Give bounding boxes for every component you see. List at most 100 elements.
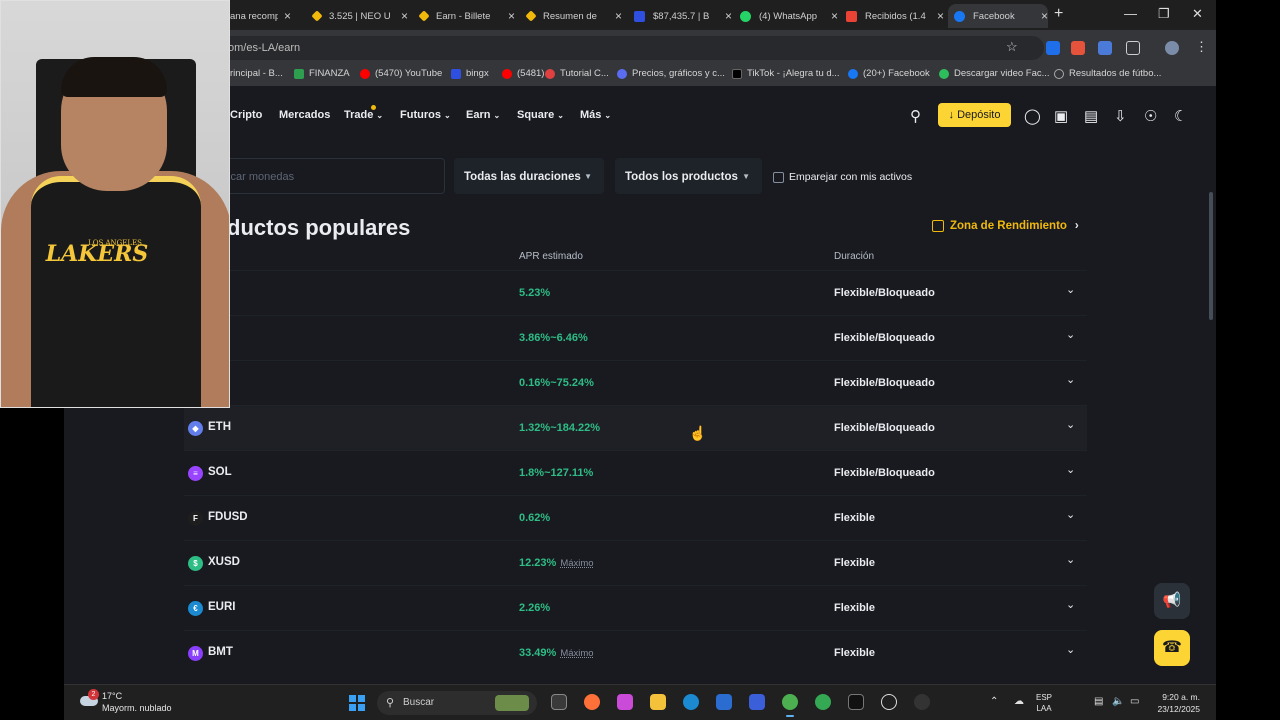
products-dropdown[interactable]: Todos los productos ▼ bbox=[615, 158, 762, 194]
chevron-down-icon[interactable]: ⌄ bbox=[1066, 328, 1075, 341]
copilot-icon[interactable] bbox=[617, 694, 633, 710]
table-row[interactable]: ≡ SOL 1.8%~127.11% Flexible/Bloqueado ⌄ bbox=[184, 450, 1087, 495]
close-icon[interactable]: × bbox=[508, 9, 515, 23]
chevron-down-icon[interactable]: ⌄ bbox=[1066, 373, 1075, 386]
table-row[interactable]: DT3.86%~6.46%Flexible/Bloqueado⌄ bbox=[184, 315, 1087, 360]
tab-2[interactable]: Earn - Billete × bbox=[418, 4, 515, 28]
bookmark-3[interactable]: bingx bbox=[451, 68, 489, 79]
account-icon[interactable]: ◯ bbox=[1024, 107, 1041, 125]
file-explorer-icon[interactable] bbox=[650, 694, 666, 710]
close-icon[interactable]: × bbox=[401, 9, 408, 23]
bookmark-1[interactable]: FINANZA bbox=[294, 68, 350, 79]
chevron-down-icon[interactable]: ⌄ bbox=[1066, 553, 1075, 566]
bookmark-2[interactable]: (5470) YouTube bbox=[360, 68, 442, 79]
table-row[interactable]: ◆ ETH 1.32%~184.22% Flexible/Bloqueado ⌄ bbox=[184, 405, 1087, 450]
store-icon[interactable] bbox=[716, 694, 732, 710]
bookmark-6[interactable]: Precios, gráficos y c... bbox=[617, 68, 725, 79]
edge-icon[interactable] bbox=[683, 694, 699, 710]
table-row[interactable]: € EURI 2.26% Flexible ⌄ bbox=[184, 585, 1087, 630]
tab-7[interactable]: Facebook × bbox=[948, 4, 1048, 28]
scrollbar[interactable] bbox=[1209, 192, 1213, 320]
taskbar-search[interactable]: ⚲ Buscar bbox=[377, 691, 537, 715]
table-row[interactable]: F FDUSD 0.62% Flexible ⌄ bbox=[184, 495, 1087, 540]
network-icon[interactable]: ▤ bbox=[1094, 696, 1103, 707]
chevron-down-icon[interactable]: ⌄ bbox=[1066, 508, 1075, 521]
bookmark-star-icon[interactable]: ☆ bbox=[1006, 39, 1018, 55]
tab-6[interactable]: Recibidos (1.4 × bbox=[846, 4, 944, 28]
bookmark-10[interactable]: Resultados de fútbo... bbox=[1054, 68, 1161, 79]
bookmark-9[interactable]: Descargar video Fac... bbox=[939, 68, 1050, 79]
search-icon[interactable]: ⚲ bbox=[910, 107, 921, 125]
chevron-down-icon[interactable]: ⌄ bbox=[1066, 643, 1075, 656]
extension-icon[interactable] bbox=[1071, 41, 1085, 55]
task-view-icon[interactable] bbox=[551, 694, 567, 710]
chevron-down-icon[interactable]: ⌄ bbox=[1066, 598, 1075, 611]
tab-4[interactable]: $87,435.7 | B × bbox=[634, 4, 732, 28]
firefox-icon[interactable] bbox=[584, 694, 600, 710]
match-assets-checkbox[interactable] bbox=[773, 172, 784, 183]
close-icon[interactable]: × bbox=[284, 9, 291, 23]
tab-5[interactable]: (4) WhatsApp × bbox=[740, 4, 838, 28]
table-row[interactable]: $ XUSD 12.23% Máximo Flexible ⌄ bbox=[184, 540, 1087, 585]
app-icon[interactable] bbox=[749, 694, 765, 710]
nav-trade[interactable]: Trade ⌄ bbox=[344, 109, 383, 121]
profile-icon[interactable] bbox=[1165, 41, 1179, 55]
duration-dropdown[interactable]: Todas las duraciones ▼ bbox=[454, 158, 604, 194]
chatgpt-icon[interactable] bbox=[881, 694, 897, 710]
tab-3[interactable]: Resumen de × bbox=[525, 4, 622, 28]
bookmark-8[interactable]: (20+) Facebook bbox=[848, 68, 930, 79]
recorder-icon[interactable] bbox=[914, 694, 930, 710]
windows-start-icon[interactable] bbox=[349, 695, 365, 711]
chrome-icon[interactable] bbox=[782, 694, 798, 717]
restore-icon[interactable]: ❐ bbox=[1158, 6, 1170, 22]
max-label[interactable]: Máximo bbox=[560, 558, 593, 569]
battery-icon[interactable]: ▭ bbox=[1130, 696, 1139, 707]
max-label[interactable]: Máximo bbox=[560, 648, 593, 659]
close-icon[interactable]: × bbox=[725, 9, 732, 23]
puzzle-icon[interactable] bbox=[1126, 41, 1140, 55]
table-row[interactable]: 30.16%~75.24%Flexible/Bloqueado⌄ bbox=[184, 360, 1087, 405]
support-chat-icon[interactable]: ☎ bbox=[1154, 630, 1190, 666]
close-icon[interactable]: × bbox=[831, 9, 838, 23]
chevron-down-icon[interactable]: ⌄ bbox=[1066, 463, 1075, 476]
minimize-icon[interactable]: — bbox=[1124, 6, 1137, 21]
extension-icon[interactable] bbox=[1046, 41, 1060, 55]
onedrive-icon[interactable]: ☁ bbox=[1014, 696, 1024, 707]
new-tab-button[interactable]: + bbox=[1054, 5, 1063, 23]
messages-icon[interactable]: ▤ bbox=[1084, 107, 1098, 125]
chevron-down-icon[interactable]: ⌄ bbox=[1066, 418, 1075, 431]
nav-cripto[interactable]: Cripto bbox=[230, 109, 262, 121]
chrome-profile-icon[interactable] bbox=[815, 694, 831, 710]
capcut-icon[interactable] bbox=[848, 694, 864, 710]
translate-icon[interactable] bbox=[1098, 41, 1112, 55]
bookmark-7[interactable]: TikTok - ¡Alegra tu d... bbox=[732, 68, 840, 79]
language-icon[interactable]: ☉ bbox=[1144, 107, 1157, 125]
chevron-down-icon[interactable]: ⌄ bbox=[1066, 283, 1075, 296]
nav-square[interactable]: Square ⌄ bbox=[517, 109, 564, 121]
wallet-icon[interactable]: ▣ bbox=[1054, 107, 1068, 125]
bookmark-0[interactable]: rincipal - B... bbox=[230, 68, 283, 79]
theme-moon-icon[interactable]: ☾ bbox=[1174, 107, 1187, 125]
window-close-icon[interactable]: ✕ bbox=[1192, 6, 1203, 22]
bookmark-4[interactable]: (5481) bbox=[502, 68, 544, 79]
deposit-button[interactable]: ↓ Depósito bbox=[938, 103, 1011, 127]
nav-mercados[interactable]: Mercados bbox=[279, 109, 330, 121]
tab-0[interactable]: ana recomp × bbox=[230, 4, 291, 28]
close-icon[interactable]: × bbox=[1041, 9, 1048, 23]
bookmark-5[interactable]: Tutorial C... bbox=[545, 68, 609, 79]
language-indicator[interactable]: ESP LAA bbox=[1036, 692, 1052, 714]
tab-1[interactable]: 3.525 | NEO U × bbox=[311, 4, 408, 28]
menu-icon[interactable]: ⋮ bbox=[1195, 39, 1208, 55]
table-row[interactable]: OC5.23%Flexible/Bloqueado⌄ bbox=[184, 270, 1087, 315]
nav-earn[interactable]: Earn ⌄ bbox=[466, 109, 500, 121]
download-app-icon[interactable]: ⇩ bbox=[1114, 107, 1127, 125]
yield-zone-link[interactable]: Zona de Rendimiento › bbox=[932, 220, 1079, 232]
show-hidden-icon[interactable]: ⌃ bbox=[990, 696, 998, 707]
megaphone-icon[interactable]: 📢 bbox=[1154, 583, 1190, 619]
nav-mas[interactable]: Más ⌄ bbox=[580, 109, 611, 121]
table-row[interactable]: M BMT 33.49% Máximo Flexible ⌄ bbox=[184, 630, 1087, 675]
close-icon[interactable]: × bbox=[937, 9, 944, 23]
volume-icon[interactable]: 🔈 bbox=[1112, 696, 1124, 707]
nav-futuros[interactable]: Futuros ⌄ bbox=[400, 109, 451, 121]
clock[interactable]: 9:20 a. m. 23/12/2025 bbox=[1144, 691, 1200, 715]
